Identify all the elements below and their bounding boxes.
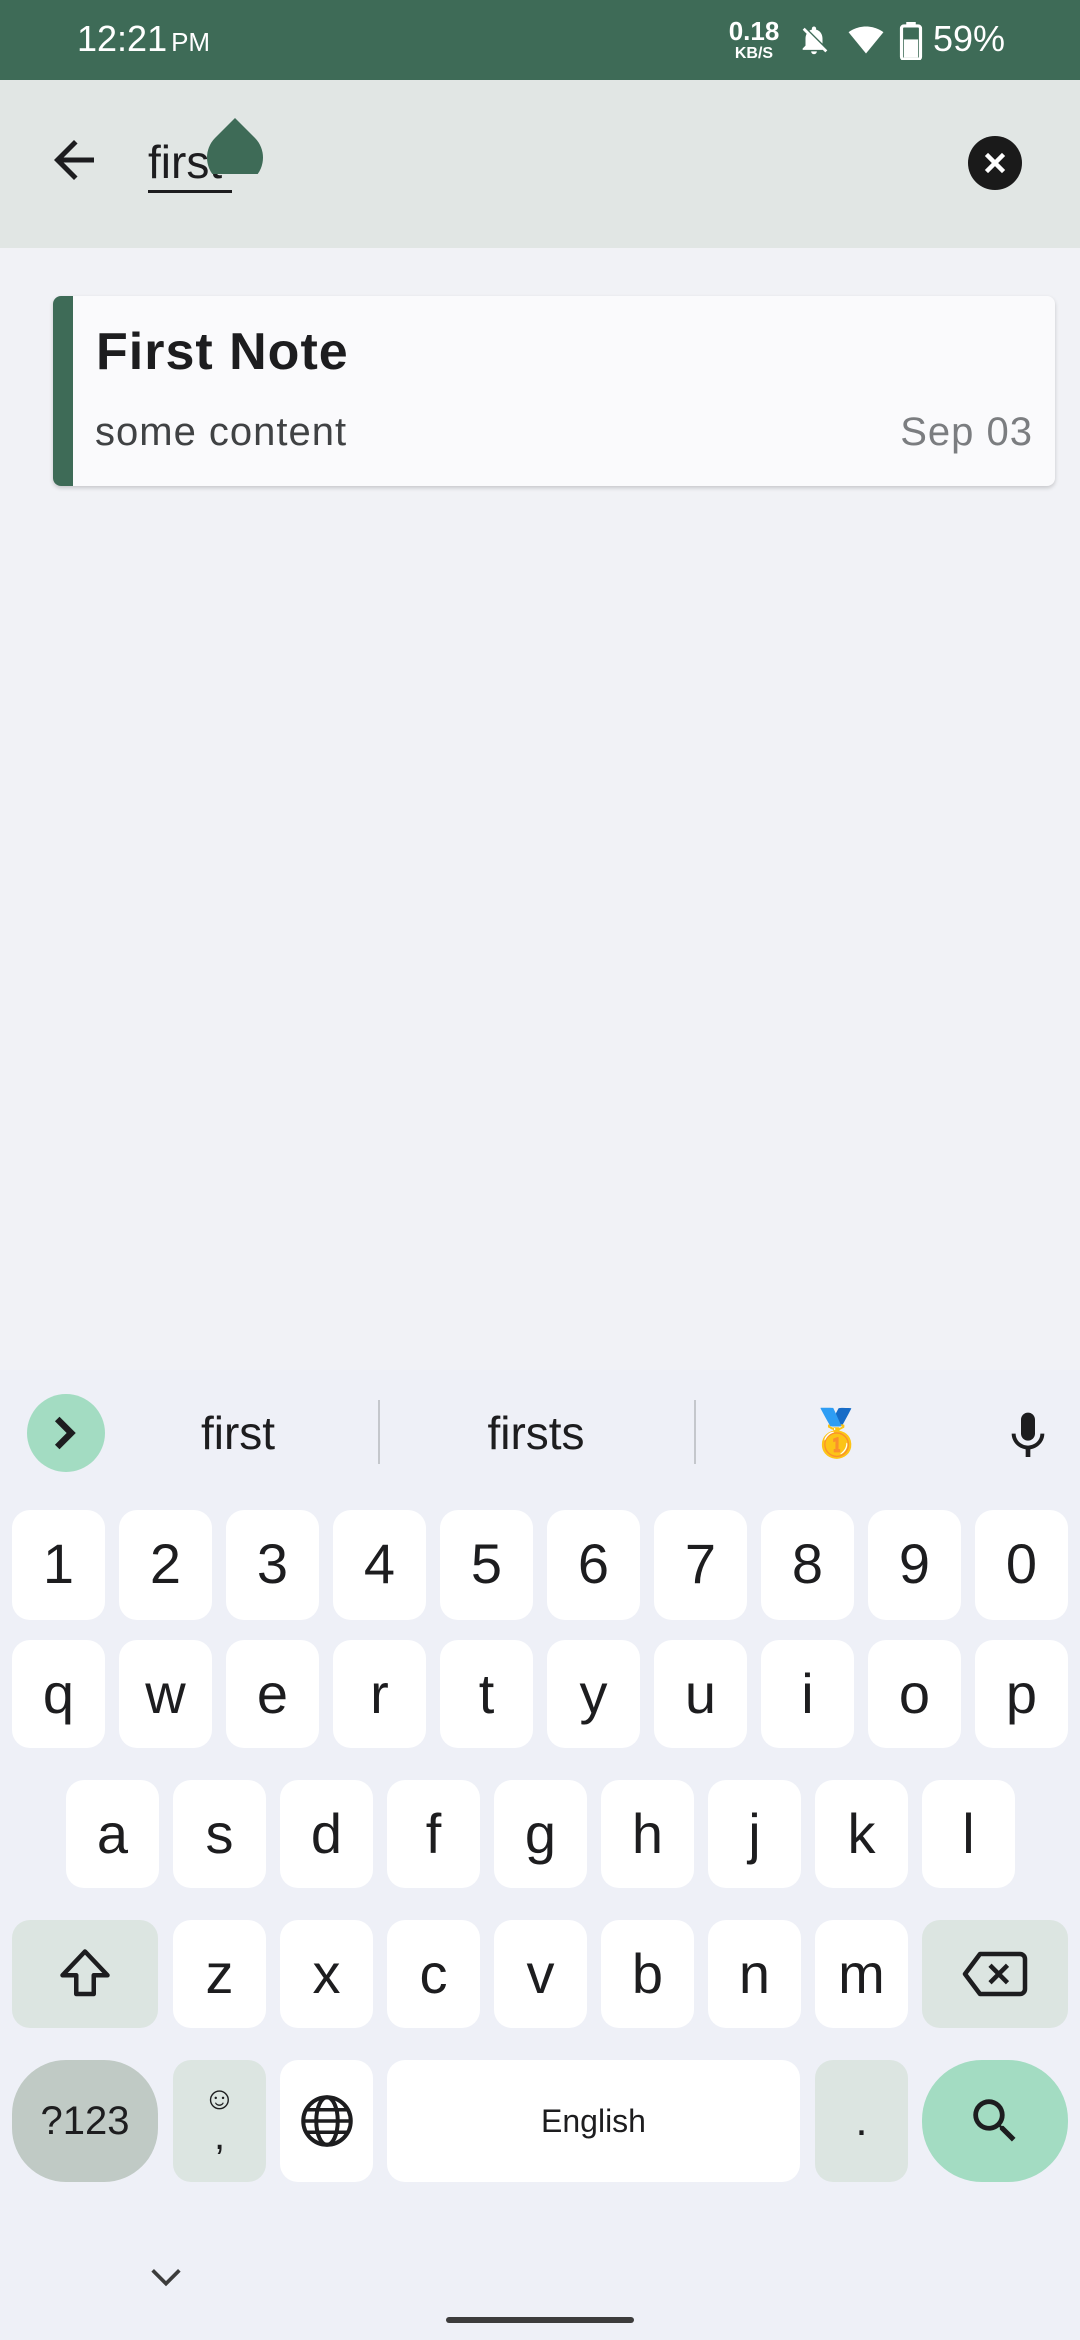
key-p[interactable]: p <box>975 1640 1068 1748</box>
suggestion-second[interactable]: firsts <box>420 1400 652 1466</box>
network-speed: 0.18 KB/S <box>726 18 782 62</box>
emoji-key-comma: , <box>213 2114 226 2158</box>
key-x[interactable]: x <box>280 1920 373 2028</box>
key-j[interactable]: j <box>708 1780 801 1888</box>
key-9[interactable]: 9 <box>868 1510 961 1620</box>
key-q[interactable]: q <box>12 1640 105 1748</box>
note-color-accent <box>53 296 73 486</box>
key-w[interactable]: w <box>119 1640 212 1748</box>
search-bar <box>0 80 1080 248</box>
key-s[interactable]: s <box>173 1780 266 1888</box>
key-2[interactable]: 2 <box>119 1510 212 1620</box>
key-0[interactable]: 0 <box>975 1510 1068 1620</box>
key-y[interactable]: y <box>547 1640 640 1748</box>
close-icon <box>984 152 1006 174</box>
period-key[interactable]: . <box>815 2060 908 2182</box>
shift-icon <box>60 1949 110 1997</box>
emoji-key[interactable]: ☺ , <box>173 2060 266 2182</box>
key-3[interactable]: 3 <box>226 1510 319 1620</box>
key-m[interactable]: m <box>815 1920 908 2028</box>
key-i[interactable]: i <box>761 1640 854 1748</box>
globe-icon <box>300 2095 353 2147</box>
key-d[interactable]: d <box>280 1780 373 1888</box>
suggestion-expand-button[interactable] <box>27 1394 105 1472</box>
status-time-ampm: PM <box>171 27 211 57</box>
note-title: First Note <box>96 323 349 381</box>
key-n[interactable]: n <box>708 1920 801 2028</box>
backspace-icon <box>962 1951 1028 1997</box>
key-7[interactable]: 7 <box>654 1510 747 1620</box>
key-k[interactable]: k <box>815 1780 908 1888</box>
key-a[interactable]: a <box>66 1780 159 1888</box>
key-o[interactable]: o <box>868 1640 961 1748</box>
key-1[interactable]: 1 <box>12 1510 105 1620</box>
microphone-icon[interactable] <box>1000 1406 1056 1466</box>
note-preview: some content <box>95 410 348 454</box>
key-t[interactable]: t <box>440 1640 533 1748</box>
arrow-left-icon[interactable] <box>44 130 104 190</box>
key-g[interactable]: g <box>494 1780 587 1888</box>
shift-key[interactable] <box>12 1920 158 2028</box>
key-c[interactable]: c <box>387 1920 480 2028</box>
key-z[interactable]: z <box>173 1920 266 2028</box>
wifi-icon <box>848 26 884 54</box>
key-u[interactable]: u <box>654 1640 747 1748</box>
search-input-underline <box>148 190 232 193</box>
symbols-key[interactable]: ?123 <box>12 2060 158 2182</box>
network-speed-unit: KB/S <box>734 45 774 62</box>
status-bar: 12:21 PM 0.18 KB/S 59% <box>0 0 1080 80</box>
chevron-right-icon <box>54 1416 76 1450</box>
backspace-key[interactable] <box>922 1920 1068 2028</box>
note-card[interactable]: First Note some content Sep 03 <box>53 296 1055 486</box>
text-cursor-handle-icon[interactable] <box>207 118 263 174</box>
battery-icon <box>899 22 923 60</box>
key-6[interactable]: 6 <box>547 1510 640 1620</box>
suggestion-first[interactable]: first <box>140 1400 336 1466</box>
key-4[interactable]: 4 <box>333 1510 426 1620</box>
status-time-value: 12:21 <box>77 18 168 59</box>
key-v[interactable]: v <box>494 1920 587 2028</box>
note-date: Sep 03 <box>900 410 1033 454</box>
gesture-navigation-handle[interactable] <box>446 2317 634 2323</box>
key-r[interactable]: r <box>333 1640 426 1748</box>
clear-search-button[interactable] <box>968 136 1022 190</box>
network-speed-value: 0.18 <box>728 16 780 46</box>
suggestion-divider <box>378 1400 380 1464</box>
language-key[interactable] <box>280 2060 373 2182</box>
key-5[interactable]: 5 <box>440 1510 533 1620</box>
key-e[interactable]: e <box>226 1640 319 1748</box>
key-l[interactable]: l <box>922 1780 1015 1888</box>
emoji-key-smiley: ☺ <box>203 2080 236 2116</box>
space-key[interactable]: English <box>387 2060 800 2182</box>
key-h[interactable]: h <box>601 1780 694 1888</box>
status-time: 12:21 PM <box>77 18 210 60</box>
suggestion-emoji[interactable]: 🥇 <box>770 1400 904 1466</box>
key-f[interactable]: f <box>387 1780 480 1888</box>
key-b[interactable]: b <box>601 1920 694 2028</box>
battery-percent: 59% <box>933 18 1006 59</box>
suggestion-divider <box>694 1400 696 1464</box>
key-8[interactable]: 8 <box>761 1510 854 1620</box>
keyboard-search-key[interactable] <box>922 2060 1068 2182</box>
search-icon <box>973 2099 1016 2142</box>
keyboard-collapse-icon[interactable] <box>146 2262 186 2292</box>
bell-off-icon <box>802 26 828 55</box>
